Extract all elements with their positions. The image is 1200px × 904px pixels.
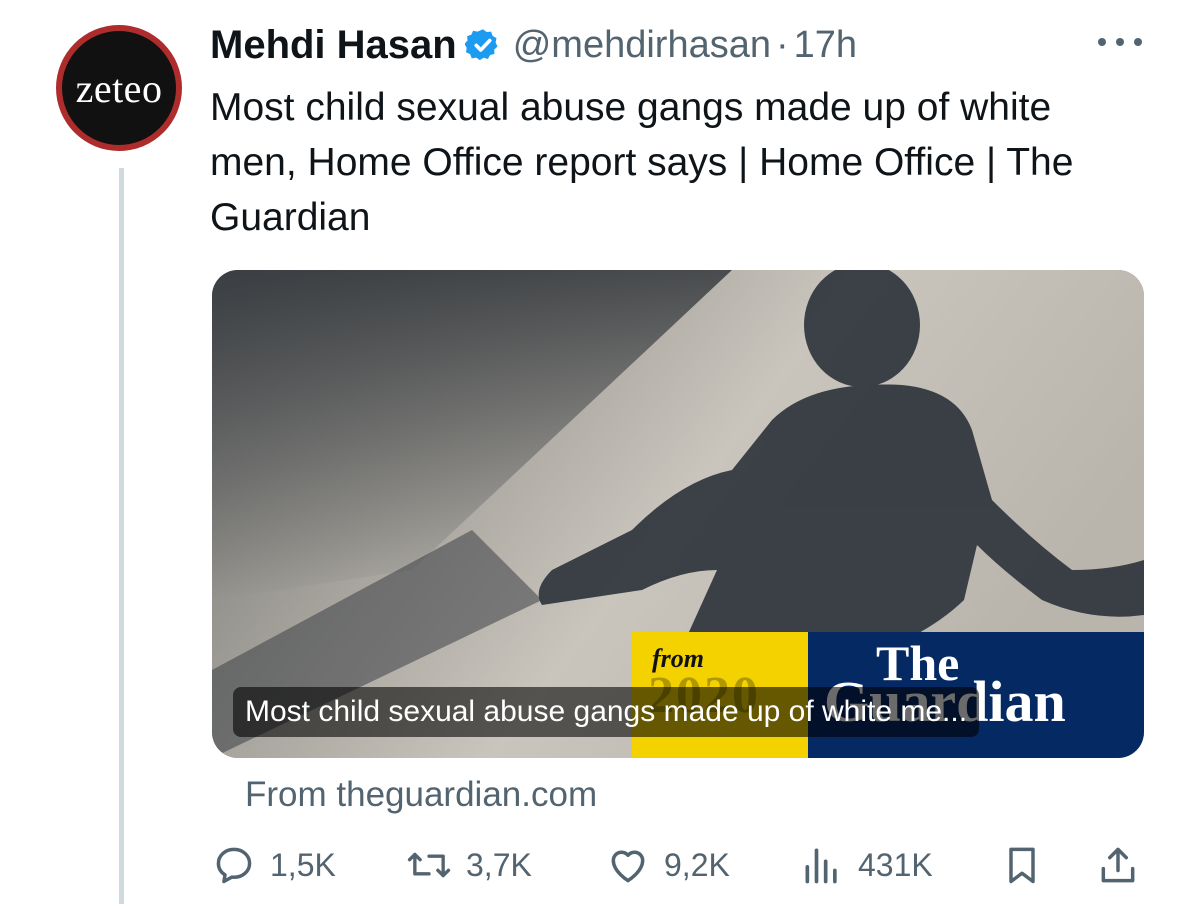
timestamp[interactable]: 17h (794, 24, 857, 67)
header-separator: · (775, 23, 789, 66)
thread-line (119, 168, 124, 904)
bookmark-button[interactable] (1000, 840, 1044, 890)
retweet-count: 3,7K (466, 846, 532, 883)
avatar-logo: zeteo (62, 31, 176, 145)
views-button[interactable]: 431K (800, 840, 933, 890)
reply-icon (216, 847, 252, 884)
views-icon (805, 848, 837, 884)
verified-icon (464, 29, 498, 61)
action-bar: 1,5K 3,7K 9,2K 431K (0, 840, 1200, 890)
avatar[interactable]: zeteo (56, 25, 182, 151)
reply-button[interactable]: 1,5K (212, 840, 336, 890)
tweet-header: Mehdi Hasan @mehdirhasan · 17h (210, 20, 857, 70)
card-title: Most child sexual abuse gangs made up of… (233, 687, 980, 737)
retweet-button[interactable]: 3,7K (406, 840, 532, 890)
display-name[interactable]: Mehdi Hasan (210, 23, 457, 68)
like-icon (611, 850, 645, 883)
retweet-icon (407, 852, 451, 878)
share-icon (1101, 847, 1135, 883)
reply-count: 1,5K (270, 846, 336, 883)
like-button[interactable]: 9,2K (606, 840, 730, 890)
link-card[interactable]: from 2020 The Guardian Most child sexual… (212, 270, 1144, 758)
like-count: 9,2K (664, 846, 730, 883)
views-count: 431K (858, 846, 933, 883)
more-icon[interactable] (1090, 30, 1150, 54)
card-source[interactable]: From theguardian.com (245, 775, 597, 815)
bookmark-icon (1009, 847, 1035, 884)
username[interactable]: @mehdirhasan (513, 24, 771, 67)
avatar-logo-text: zeteo (75, 65, 163, 111)
share-button[interactable] (1096, 840, 1140, 890)
tweet-text: Most child sexual abuse gangs made up of… (210, 86, 1074, 239)
